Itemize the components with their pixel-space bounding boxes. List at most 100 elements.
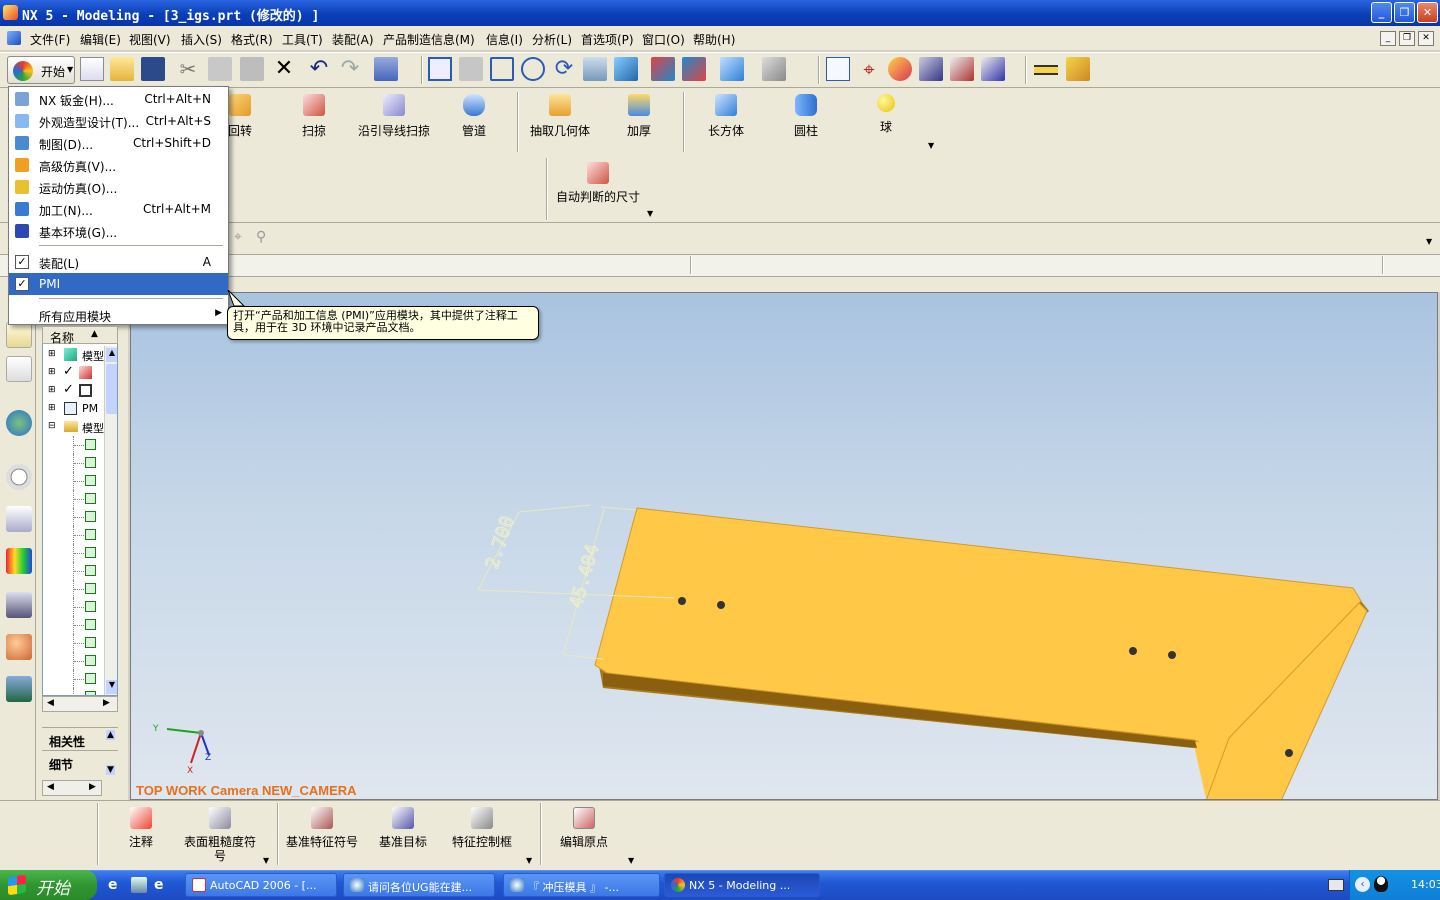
snap-point-icon[interactable]: ⌖ — [234, 229, 248, 245]
feature-checkbox[interactable] — [85, 655, 96, 666]
app-menu-item-pmi[interactable]: ✓ PMI — [9, 273, 228, 295]
feature-checkbox[interactable] — [85, 637, 96, 648]
delete-icon[interactable]: ✕ — [272, 57, 296, 81]
zoom-area-icon[interactable] — [490, 57, 514, 81]
column-header[interactable]: 名称 ▲ — [42, 326, 118, 345]
minimize-button[interactable]: _ — [1371, 2, 1392, 23]
ie-icon[interactable]: e — [108, 877, 124, 893]
task-nx[interactable]: NX 5 - Modeling ... — [664, 873, 820, 897]
datum-feature-symbol-button[interactable]: 基准特征符号 — [284, 807, 360, 849]
save-icon[interactable] — [141, 57, 165, 81]
process-studio-icon[interactable] — [6, 592, 32, 618]
undo-icon[interactable]: ↶ — [307, 57, 331, 81]
ie-browser-icon[interactable]: e — [154, 877, 170, 893]
constraint-navigator-icon[interactable] — [6, 356, 32, 382]
restore-button[interactable]: ❐ — [1394, 2, 1415, 23]
ribbon-overflow-icon[interactable]: ▼ — [928, 141, 934, 150]
scroll-down-icon[interactable]: ▼ — [106, 680, 117, 694]
menu-edit[interactable]: 编辑(E) — [80, 31, 121, 48]
close-button[interactable]: ✕ — [1417, 2, 1438, 23]
menu-window[interactable]: 窗口(O) — [642, 31, 685, 48]
tree-scrollbar[interactable]: ▲ ▼ — [104, 346, 117, 695]
menu-tools[interactable]: 工具(T) — [282, 31, 323, 48]
orient-view-icon[interactable] — [614, 57, 638, 81]
wcs-rotate-icon[interactable] — [888, 57, 912, 81]
task-autocad[interactable]: AutoCAD 2006 - [... — [185, 873, 337, 897]
menu-preferences[interactable]: 首选项(P) — [581, 31, 634, 48]
desktop-icon[interactable] — [131, 877, 147, 893]
menu-help[interactable]: 帮助(H) — [693, 31, 735, 48]
menu-analysis[interactable]: 分析(L) — [532, 31, 572, 48]
doc-close-button[interactable]: ✕ — [1418, 31, 1434, 46]
feature-checkbox[interactable] — [85, 493, 96, 504]
wcs-dynamics-icon[interactable] — [950, 57, 974, 81]
wcs-origin-icon[interactable]: ⌖ — [857, 57, 881, 81]
rotate-icon[interactable]: ⟳ — [552, 57, 576, 81]
zoom-window-icon[interactable] — [459, 57, 483, 81]
menu-assembly[interactable]: 装配(A) — [332, 31, 374, 48]
task-browser-1[interactable]: 请问各位UG能在建... — [343, 873, 495, 897]
edit-origin-button[interactable]: 编辑原点 — [556, 807, 612, 849]
shaded-icon[interactable] — [682, 57, 706, 81]
app-menu-item[interactable]: 基本环境(G)... — [9, 220, 228, 242]
copy-icon[interactable] — [208, 57, 232, 81]
revolve-button[interactable]: 回转 — [225, 94, 255, 139]
surface-finish-button[interactable]: 表面粗糙度符号 — [180, 807, 260, 863]
expand-icon[interactable]: ▲ — [106, 730, 115, 740]
selection-icon[interactable] — [374, 57, 398, 81]
zoom-icon[interactable] — [521, 57, 545, 81]
part-navigator-icon[interactable] — [6, 410, 32, 436]
feature-checkbox[interactable] — [85, 529, 96, 540]
surface-finish-dropdown-icon[interactable]: ▼ — [263, 856, 269, 865]
extract-geometry-button[interactable]: 抽取几何体 — [526, 94, 594, 139]
system-scenes-icon[interactable] — [6, 676, 32, 702]
sphere-button[interactable]: 球 — [862, 94, 910, 135]
doc-minimize-button[interactable]: _ — [1380, 31, 1396, 46]
app-menu-item[interactable]: 制图(D)... Ctrl+Shift+D — [9, 132, 228, 154]
tree-hscrollbar[interactable]: ◀ ▶ — [42, 696, 118, 712]
wcs-orient-icon[interactable] — [919, 57, 943, 81]
sweep-button[interactable]: 扫掠 — [290, 94, 338, 139]
feature-checkbox[interactable] — [85, 475, 96, 486]
scroll-thumb[interactable] — [106, 364, 117, 414]
inferred-dimension-button[interactable]: 自动判断的尺寸 — [555, 162, 641, 205]
solid-icon[interactable] — [720, 57, 744, 81]
feature-checkbox[interactable] — [85, 619, 96, 630]
tray-expand-icon[interactable]: ‹ — [1355, 877, 1370, 892]
paste-icon[interactable] — [240, 57, 264, 81]
background-icon[interactable] — [762, 57, 786, 81]
cylinder-button[interactable]: 圆柱 — [782, 94, 830, 139]
wcs-icon[interactable] — [826, 57, 850, 81]
app-menu-item-assembly[interactable]: ✓ 装配(L) A — [9, 251, 228, 273]
fcf-dropdown-icon[interactable]: ▼ — [526, 856, 532, 865]
feature-checkbox[interactable] — [85, 457, 96, 468]
snap-end-icon[interactable]: ⚲ — [256, 229, 270, 245]
tube-button[interactable]: 管道 — [450, 94, 498, 139]
note-button[interactable]: 注释 — [122, 807, 160, 849]
graphics-window[interactable]: 2.700 45.404 Y X Z TOP WORK Camera NEW_C… — [130, 292, 1438, 800]
app-menu-item[interactable]: NX 钣金(H)... Ctrl+Alt+N — [9, 88, 228, 110]
feature-checkbox[interactable] — [85, 673, 96, 684]
feature-control-frame-button[interactable]: 特征控制框 — [448, 807, 516, 849]
wcs-display-icon[interactable] — [981, 57, 1005, 81]
all-applications-item[interactable]: 所有应用模块 ▶ — [9, 304, 228, 326]
edit-origin-dropdown-icon[interactable]: ▼ — [628, 856, 634, 865]
menu-format[interactable]: 格式(R) — [231, 31, 273, 48]
menu-insert[interactable]: 插入(S) — [181, 31, 222, 48]
thicken-button[interactable]: 加厚 — [615, 94, 663, 139]
menu-information[interactable]: 信息(I) — [486, 31, 523, 48]
dependencies-panel[interactable]: 相关性 ▲ — [42, 727, 118, 749]
selection-bar-overflow-icon[interactable]: ▼ — [1426, 237, 1432, 246]
app-menu-item[interactable]: 高级仿真(V)... — [9, 154, 228, 176]
pan-icon[interactable] — [583, 57, 607, 81]
palette-icon[interactable] — [6, 548, 32, 574]
feature-checkbox[interactable] — [85, 511, 96, 522]
open-icon[interactable] — [110, 57, 134, 81]
new-icon[interactable] — [80, 57, 104, 81]
start-button[interactable]: 开始 ▼ — [7, 56, 75, 84]
fit-icon[interactable] — [428, 57, 452, 81]
app-menu-item[interactable]: 加工(N)... Ctrl+Alt+M — [9, 198, 228, 220]
feature-checkbox[interactable] — [85, 565, 96, 576]
collapse-icon[interactable]: ▼ — [106, 765, 115, 775]
datum-target-button[interactable]: 基准目标 — [375, 807, 431, 849]
